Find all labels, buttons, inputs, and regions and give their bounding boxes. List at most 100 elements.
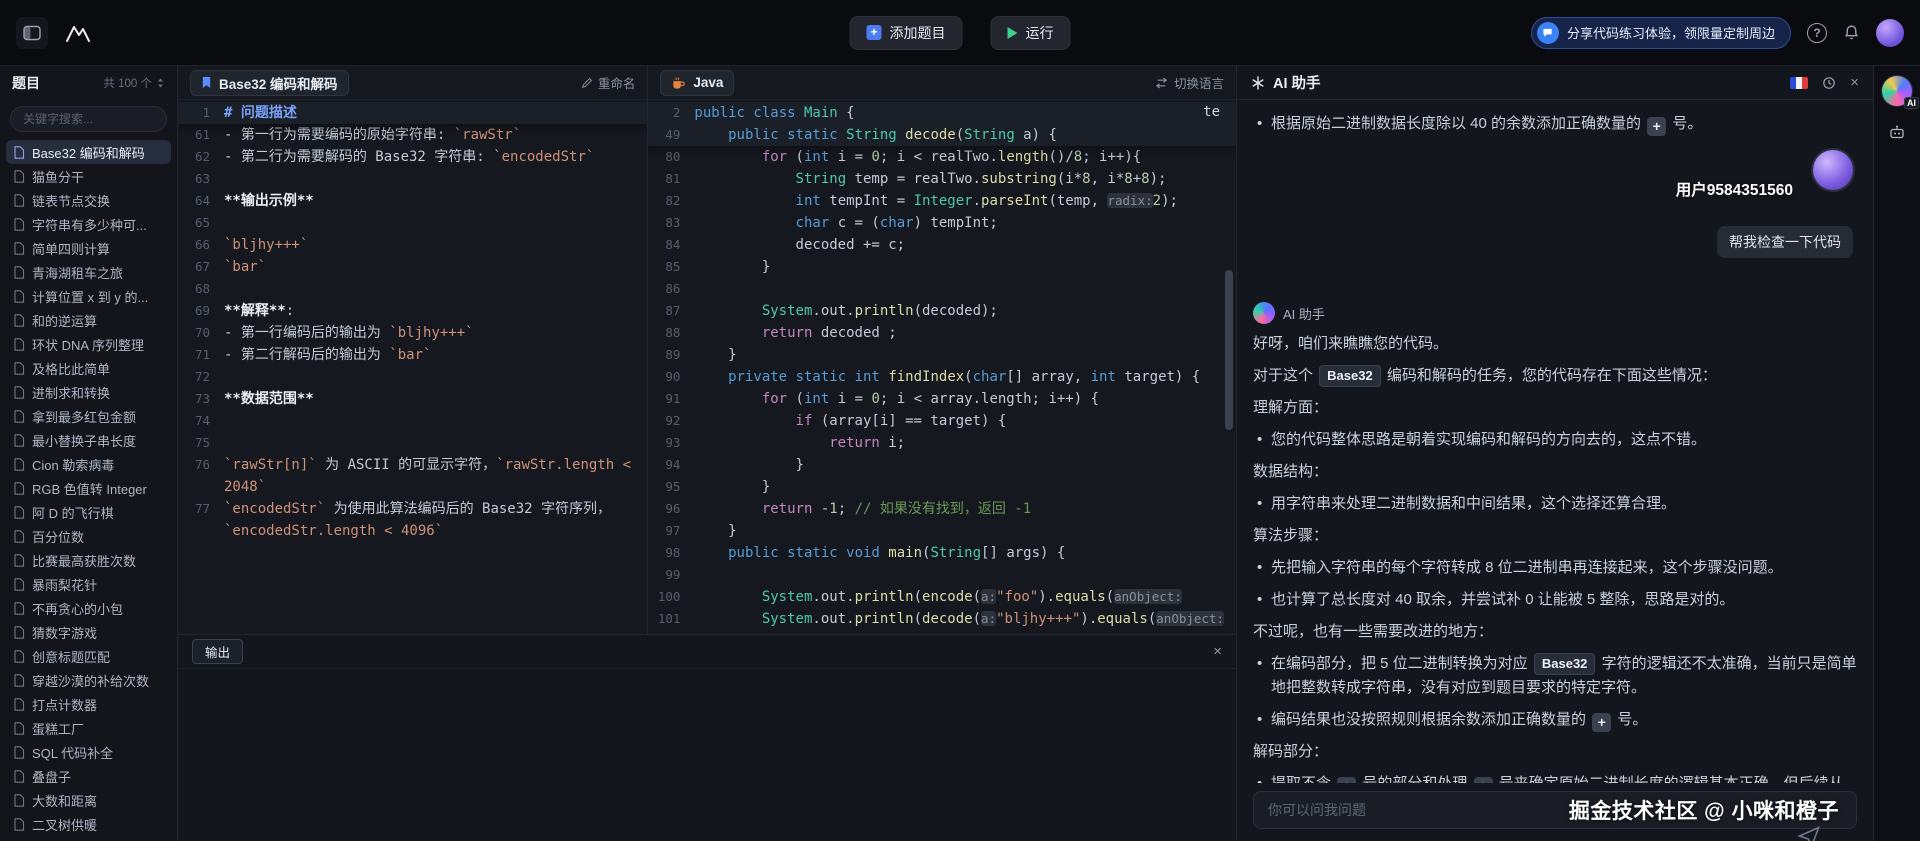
editor-line: 85 } [648, 256, 1236, 278]
description-editor[interactable]: 1 # 问题描述 61 - 第一行为需要编码的原始字符串: `rawStr` 62 - … [178, 100, 648, 634]
sidebar-item[interactable]: 穿越沙漠的补给次数 [6, 668, 171, 692]
user-avatar[interactable] [1813, 150, 1853, 190]
share-banner[interactable]: 分享代码练习体验，领限量定制周边 [1530, 16, 1791, 49]
editor-line: 88 return decoded ; [648, 322, 1236, 344]
translate-flag-icon[interactable] [1790, 76, 1809, 89]
sidebar-item[interactable]: 简单四则计算 [6, 236, 171, 260]
line-text [224, 410, 647, 432]
sidebar-item[interactable]: 拿到最多红包金额 [6, 404, 171, 428]
history-icon[interactable] [1822, 76, 1836, 90]
line-text [224, 212, 647, 234]
sidebar-item[interactable]: 青海湖租车之旅 [6, 260, 171, 284]
sidebar-item[interactable]: 二叉树供暖 [6, 812, 171, 836]
sidebar-item-label: 不再贪心的小包 [32, 601, 124, 617]
line-text: return -1; // 如果没有找到，返回 -1 [761, 501, 1032, 517]
sidebar-item[interactable]: 百分位数 [6, 524, 171, 548]
sidebar-item[interactable]: 环状 DNA 序列整理 [6, 332, 171, 356]
problem-title-chip[interactable]: Base32 编码和解码 [190, 69, 349, 96]
document-icon [13, 793, 25, 807]
sidebar-item[interactable]: 叠盘子 [6, 764, 171, 788]
sidebar-item[interactable]: 最小替换子串长度 [6, 428, 171, 452]
assistant-robot-icon[interactable] [1888, 124, 1906, 141]
document-icon [13, 145, 25, 159]
send-icon[interactable] [1797, 824, 1821, 841]
ai-bullet: 用字符串来处理二进制数据和中间结果，这个选择还算合理。 [1253, 492, 1857, 516]
search-input[interactable] [10, 106, 167, 132]
tab-java[interactable]: Java [660, 69, 735, 96]
sidebar-item-label: SQL 代码补全 [32, 745, 114, 761]
sidebar-item-label: 阿 D 的飞行棋 [32, 505, 114, 521]
sidebar-item[interactable]: 及格比此简单 [6, 356, 171, 380]
sidebar-item[interactable]: 计算位置 x 到 y 的... [6, 284, 171, 308]
ai-message-fragment: 根据原始二进制数据长度除以 40 的余数添加正确数量的 + 号。 [1253, 112, 1857, 136]
rename-button[interactable]: 重命名 [581, 73, 635, 92]
run-button[interactable]: 运行 [990, 15, 1071, 50]
ai-message-body: 好呀，咱们来瞧瞧您的代码。 对于这个 Base32 编码和解码的任务，您的代码存在… [1253, 332, 1857, 783]
editor-line: 76 `rawStr[n]` 为 ASCII 的可显示字符，`rawStr.len… [178, 454, 647, 498]
topbar: + 添加题目 运行 分享代码练习体验，领限量定制周边 ? [0, 0, 1920, 66]
sidebar-item[interactable]: Base32 编码和解码 [6, 140, 171, 164]
code-overflow-fragment: te [1203, 104, 1220, 120]
switch-language-button[interactable]: 切换语言 [1154, 73, 1224, 92]
line-number: 98 [665, 545, 681, 560]
sidebar-item[interactable]: 大数和距离 [6, 788, 171, 812]
editor-line: 1 # 问题描述 [178, 102, 647, 124]
app-logo[interactable] [64, 22, 92, 44]
ai-name: AI 助手 [1283, 306, 1325, 322]
sidebar-item[interactable]: 猫鱼分干 [6, 164, 171, 188]
sidebar-item[interactable]: 暴雨梨花针 [6, 572, 171, 596]
ai-bullet: 在编码部分，把 5 位二进制转换为对应 Base32 字符的逻辑还不太准确，当前… [1253, 652, 1857, 700]
close-icon[interactable]: × [1213, 644, 1222, 659]
sidebar-item[interactable]: 和的逆运算 [6, 308, 171, 332]
sidebar-item-label: 大数和距离 [32, 793, 98, 809]
line-number: 85 [665, 259, 681, 274]
sidebar-item[interactable]: 字符串有多少种可... [6, 212, 171, 236]
line-number: 101 [657, 611, 681, 626]
ai-question-input[interactable] [1253, 791, 1857, 829]
sidebar-item-label: 叠盘子 [32, 769, 72, 785]
output-tab[interactable]: 输出 [192, 639, 244, 664]
ai-paragraph: 解码部分： [1253, 743, 1329, 760]
line-text: - 第二行为需要解码的 Base32 字符串: `encodedStr` [224, 149, 595, 165]
sidebar-item-label: 猫鱼分干 [32, 169, 85, 185]
sidebar-toggle-button[interactable] [16, 16, 48, 49]
sidebar-item[interactable]: 创意标题匹配 [6, 644, 171, 668]
notification-bell-icon[interactable] [1843, 24, 1860, 41]
user-avatar[interactable] [1876, 18, 1904, 47]
help-icon[interactable]: ? [1807, 22, 1827, 43]
scrollbar-thumb[interactable] [1225, 270, 1233, 430]
sidebar-item[interactable]: 阿 D 的飞行棋 [6, 500, 171, 524]
editor-line: 82 int tempInt = Integer.parseInt(temp, … [648, 190, 1236, 212]
sidebar-item[interactable]: Cion 勒索病毒 [6, 452, 171, 476]
document-icon [13, 457, 25, 471]
sidebar-item[interactable]: 进制求和转换 [6, 380, 171, 404]
sidebar-item[interactable]: RGB 色值转 Integer [6, 476, 171, 500]
sidebar-item[interactable]: 不再贪心的小包 [6, 596, 171, 620]
sort-icon[interactable] [156, 78, 165, 88]
code-editor[interactable]: te 2 public class Main {49 public static … [648, 100, 1236, 634]
document-icon [13, 169, 25, 183]
code-chip: Base32 [1319, 365, 1381, 387]
document-icon [13, 817, 25, 831]
editor-line: 98 public static void main(String[] args… [648, 542, 1236, 564]
editor-line: 75 [178, 432, 647, 454]
line-text: **数据范围** [224, 391, 314, 407]
plus-badge: + [1592, 712, 1612, 732]
line-text [694, 564, 1236, 586]
line-text: for (int i = 0; i < array.length; i++) { [761, 391, 1100, 407]
problem-sidebar: 题目 共 100 个 Base32 编码和解码猫鱼分干链表节点交换字符串有多少种… [0, 66, 178, 841]
close-icon[interactable]: × [1850, 75, 1859, 90]
line-number: 86 [665, 281, 681, 296]
sidebar-item[interactable]: 比赛最高获胜次数 [6, 548, 171, 572]
sidebar-item[interactable]: 链表节点交换 [6, 188, 171, 212]
sidebar-item[interactable]: 蛋糕工厂 [6, 716, 171, 740]
sidebar-item[interactable]: SQL 代码补全 [6, 740, 171, 764]
line-number: 88 [665, 325, 681, 340]
chat-area[interactable]: 根据原始二进制数据长度除以 40 的余数添加正确数量的 + 号。 帮我检查一下代… [1237, 100, 1873, 783]
line-number: 69 [194, 303, 210, 318]
sidebar-item[interactable]: 打点计数器 [6, 692, 171, 716]
add-problem-button[interactable]: + 添加题目 [849, 15, 963, 50]
ai-plugin-icon[interactable]: AI [1882, 76, 1919, 109]
sidebar-item[interactable]: 猜数字游戏 [6, 620, 171, 644]
ai-paragraph: 不过呢，也有一些需要改进的地方： [1253, 623, 1494, 640]
